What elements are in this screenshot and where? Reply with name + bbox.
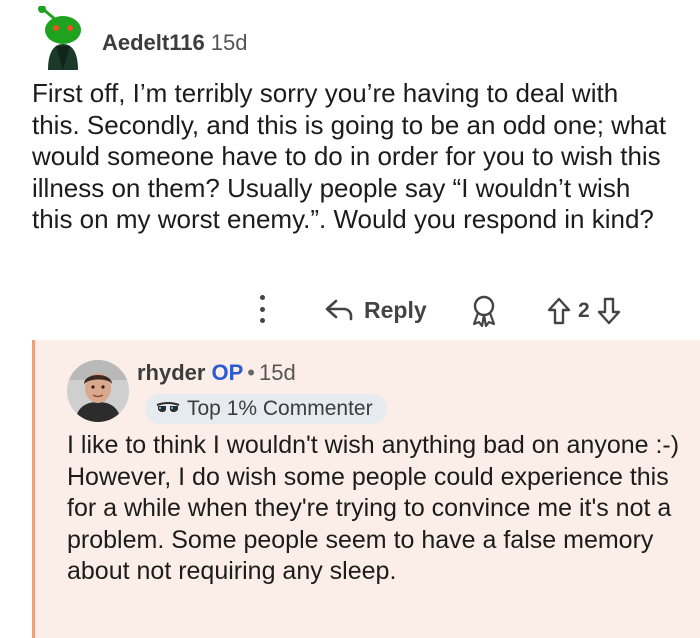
user-photo-avatar[interactable] (67, 360, 129, 422)
comment-body: First off, I’m terribly sorry you’re hav… (32, 78, 667, 234)
comment-author: Aedelt116 15d (102, 30, 247, 56)
downvote-icon[interactable] (596, 296, 622, 326)
snoo-avatar-icon[interactable] (34, 5, 92, 70)
upvote-icon[interactable] (546, 296, 572, 326)
op-badge: OP (211, 360, 244, 385)
vote-count: 2 (578, 299, 590, 322)
timestamp: 15d (258, 360, 296, 385)
reply-arrow-icon (325, 299, 353, 321)
more-options-icon[interactable] (252, 292, 272, 326)
user-flair: Top 1% Commenter (145, 394, 387, 424)
reply-body: I like to think I wouldn't wish anything… (67, 431, 680, 585)
flair-label: Top 1% Commenter (187, 397, 373, 420)
top-comment: Aedelt116 15d First off, I’m terribly sor… (0, 0, 700, 340)
separator-dot: • (247, 360, 255, 385)
reply-button[interactable]: Reply (324, 292, 427, 328)
reply-label: Reply (364, 296, 427, 323)
award-icon[interactable] (470, 294, 498, 328)
reply-comment: rhyder OP • 15d Top 1% Commenter I like to … (32, 340, 700, 638)
sunglasses-icon (156, 402, 180, 412)
username[interactable]: rhyder (137, 360, 205, 385)
vote-controls: 2 (546, 294, 622, 328)
timestamp: 15d (210, 30, 248, 55)
reply-author: rhyder OP • 15d (137, 360, 296, 386)
username[interactable]: Aedelt116 (102, 30, 205, 55)
